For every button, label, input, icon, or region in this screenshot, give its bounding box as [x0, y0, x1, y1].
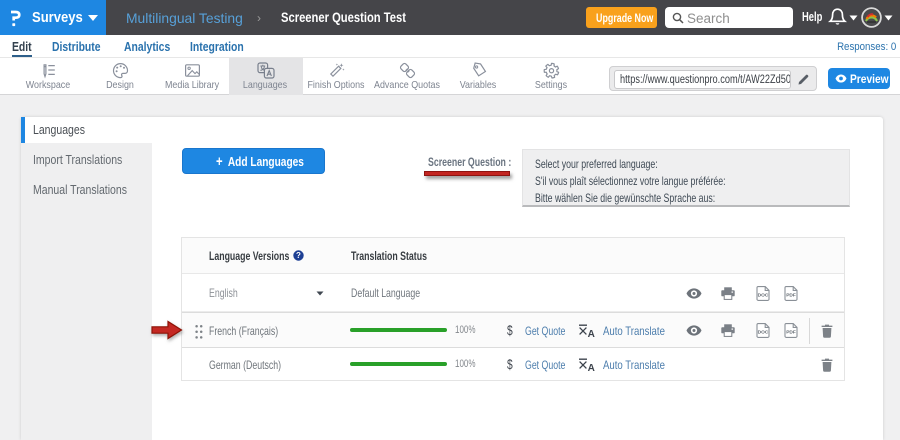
svg-text:A: A: [588, 329, 595, 338]
svg-text:?: ?: [296, 251, 301, 260]
svg-text:DOC: DOC: [758, 330, 769, 336]
svg-text:PDF: PDF: [786, 293, 796, 299]
svg-text:DOC: DOC: [758, 293, 769, 299]
svg-text:A: A: [588, 363, 595, 372]
svg-text:PDF: PDF: [786, 330, 796, 336]
